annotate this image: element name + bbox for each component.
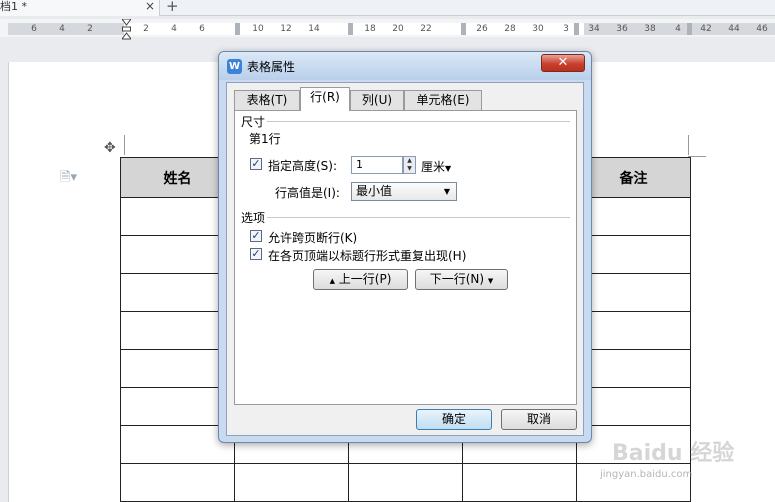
row-height-is-label: 行高值是(I): <box>275 186 340 200</box>
specify-height-label: 指定高度(S): <box>268 159 338 173</box>
document-tab[interactable]: 档1 * × <box>0 0 160 16</box>
ruler-tick-label: 28 <box>504 24 516 34</box>
table-cell[interactable] <box>576 387 691 426</box>
table-cell[interactable] <box>348 463 463 502</box>
chevron-down-icon: ▼ <box>443 187 450 196</box>
size-section-label: 尺寸 <box>241 115 266 129</box>
allow-row-break-checkbox[interactable]: ✓ <box>250 230 262 242</box>
options-section-label: 选项 <box>241 211 266 225</box>
tab-cell[interactable]: 单元格(E) <box>404 90 482 110</box>
row-height-rule-value: 最小值 <box>356 184 393 198</box>
ruler-tick-label: 3 <box>563 24 569 34</box>
table-cell[interactable] <box>576 311 691 350</box>
ruler-tick-label: 18 <box>364 24 376 34</box>
ruler-tick-label: 2 <box>143 24 149 34</box>
ruler-column-marker[interactable] <box>687 23 692 35</box>
ruler-tick-label: 4 <box>171 24 177 34</box>
unit-dropdown[interactable]: 厘米▼ <box>421 158 451 175</box>
ruler-tick-label: 6 <box>199 24 205 34</box>
ruler-column-marker[interactable] <box>348 23 353 35</box>
ruler-tick-label: 42 <box>700 24 712 34</box>
ruler-tick-label: 10 <box>252 24 264 34</box>
unit-label: 厘米 <box>421 160 446 174</box>
ruler-tick-label: 20 <box>392 24 404 34</box>
allow-row-break-label: 允许跨页断行(K) <box>268 231 358 245</box>
tab-column[interactable]: 列(U) <box>350 90 404 110</box>
previous-row-label: 上一行(P) <box>338 272 392 286</box>
table-cell[interactable] <box>576 349 691 388</box>
section-divider <box>267 121 570 122</box>
ruler-tick-label: 14 <box>308 24 320 34</box>
ruler-tick-label: 22 <box>420 24 432 34</box>
ruler-tick-label: 4 <box>59 24 65 34</box>
height-spinner[interactable]: ▲ ▼ <box>403 156 416 174</box>
specify-height-checkbox[interactable]: ✓ <box>250 158 262 170</box>
ruler-tick-label: 36 <box>616 24 628 34</box>
table-properties-dialog: W 表格属性 ✕ 表格(T) 行(R) 列(U) 单元格(E) 尺寸 第1行 ✓… <box>218 51 592 443</box>
repeat-header-label: 在各页顶端以标题行形式重复出现(H) <box>268 249 467 263</box>
margin-corner-mark <box>124 135 125 155</box>
arrow-down-icon: ▼ <box>487 277 494 285</box>
row-tab-panel: 尺寸 第1行 ✓ 指定高度(S): 1 ▲ ▼ 厘米▼ 行高值是(I): 最小值 … <box>234 110 577 405</box>
tab-row[interactable]: 行(R) <box>300 87 350 111</box>
document-icon[interactable]: 🗎▾ <box>60 168 77 190</box>
document-tab-strip: 档1 * × + <box>0 0 775 16</box>
row-number-label: 第1行 <box>249 132 281 146</box>
ruler-column-marker[interactable] <box>574 23 579 35</box>
watermark-url: jingyan.baidu.com <box>600 469 693 480</box>
ruler-tick-label: 38 <box>644 24 656 34</box>
close-button[interactable]: ✕ <box>541 54 585 72</box>
row-height-input[interactable]: 1 <box>351 156 403 174</box>
wps-app-icon: W <box>227 59 242 74</box>
close-tab-icon[interactable]: × <box>145 0 155 13</box>
dialog-title: 表格属性 <box>247 60 296 74</box>
ruler-tick-label: 34 <box>588 24 600 34</box>
ruler-column-marker[interactable] <box>235 23 240 35</box>
ruler-tick-label: 30 <box>532 24 544 34</box>
cancel-button[interactable]: 取消 <box>501 409 577 430</box>
table-cell[interactable] <box>120 463 235 502</box>
section-divider <box>267 217 570 218</box>
row-height-rule-select[interactable]: 最小值 ▼ <box>351 182 457 201</box>
arrow-up-icon: ▲ <box>329 277 335 285</box>
table-cell[interactable] <box>576 197 691 236</box>
watermark-brand: Baidu 经验 <box>612 441 735 466</box>
document-tab-title: 档1 * <box>0 0 27 13</box>
ruler-tick-label: 6 <box>31 24 37 34</box>
table-cell[interactable] <box>234 463 349 502</box>
dialog-body: 表格(T) 行(R) 列(U) 单元格(E) 尺寸 第1行 ✓ 指定高度(S):… <box>226 82 584 436</box>
ruler-tick-label: 4 <box>675 24 681 34</box>
table-move-handle-icon[interactable]: ✥ <box>104 140 116 156</box>
table-cell[interactable] <box>462 463 577 502</box>
ruler-tick-label: 2 <box>87 24 93 34</box>
next-row-button[interactable]: 下一行(N) ▼ <box>415 269 508 290</box>
dialog-titlebar[interactable]: W 表格属性 ✕ <box>219 52 591 80</box>
tab-table[interactable]: 表格(T) <box>234 90 300 110</box>
ok-button[interactable]: 确定 <box>416 409 492 430</box>
new-tab-icon[interactable]: + <box>166 0 179 15</box>
repeat-header-checkbox[interactable]: ✓ <box>250 248 262 260</box>
chevron-down-icon: ▼ <box>445 164 452 173</box>
ruler-tick-label: 26 <box>476 24 488 34</box>
next-row-label: 下一行(N) <box>429 272 485 286</box>
watermark: Baidu 经验 jingyan.baidu.com <box>600 425 770 500</box>
ruler-tick-label: 12 <box>280 24 292 34</box>
ruler-tick-label: 46 <box>756 24 768 34</box>
indent-marker-icon[interactable] <box>122 19 131 41</box>
ruler-column-marker[interactable] <box>461 23 466 35</box>
table-cell[interactable] <box>576 273 691 312</box>
table-header-cell[interactable]: 备注 <box>576 157 691 198</box>
ruler-tick-label: 44 <box>728 24 740 34</box>
table-cell[interactable] <box>576 235 691 274</box>
horizontal-ruler[interactable]: 6 4 2 2 4 6 10 12 14 18 20 22 26 28 30 3 34 36 38 4 42 44 46 <box>0 19 775 37</box>
previous-row-button[interactable]: ▲ 上一行(P) <box>313 269 408 290</box>
margin-corner-mark <box>688 135 689 155</box>
